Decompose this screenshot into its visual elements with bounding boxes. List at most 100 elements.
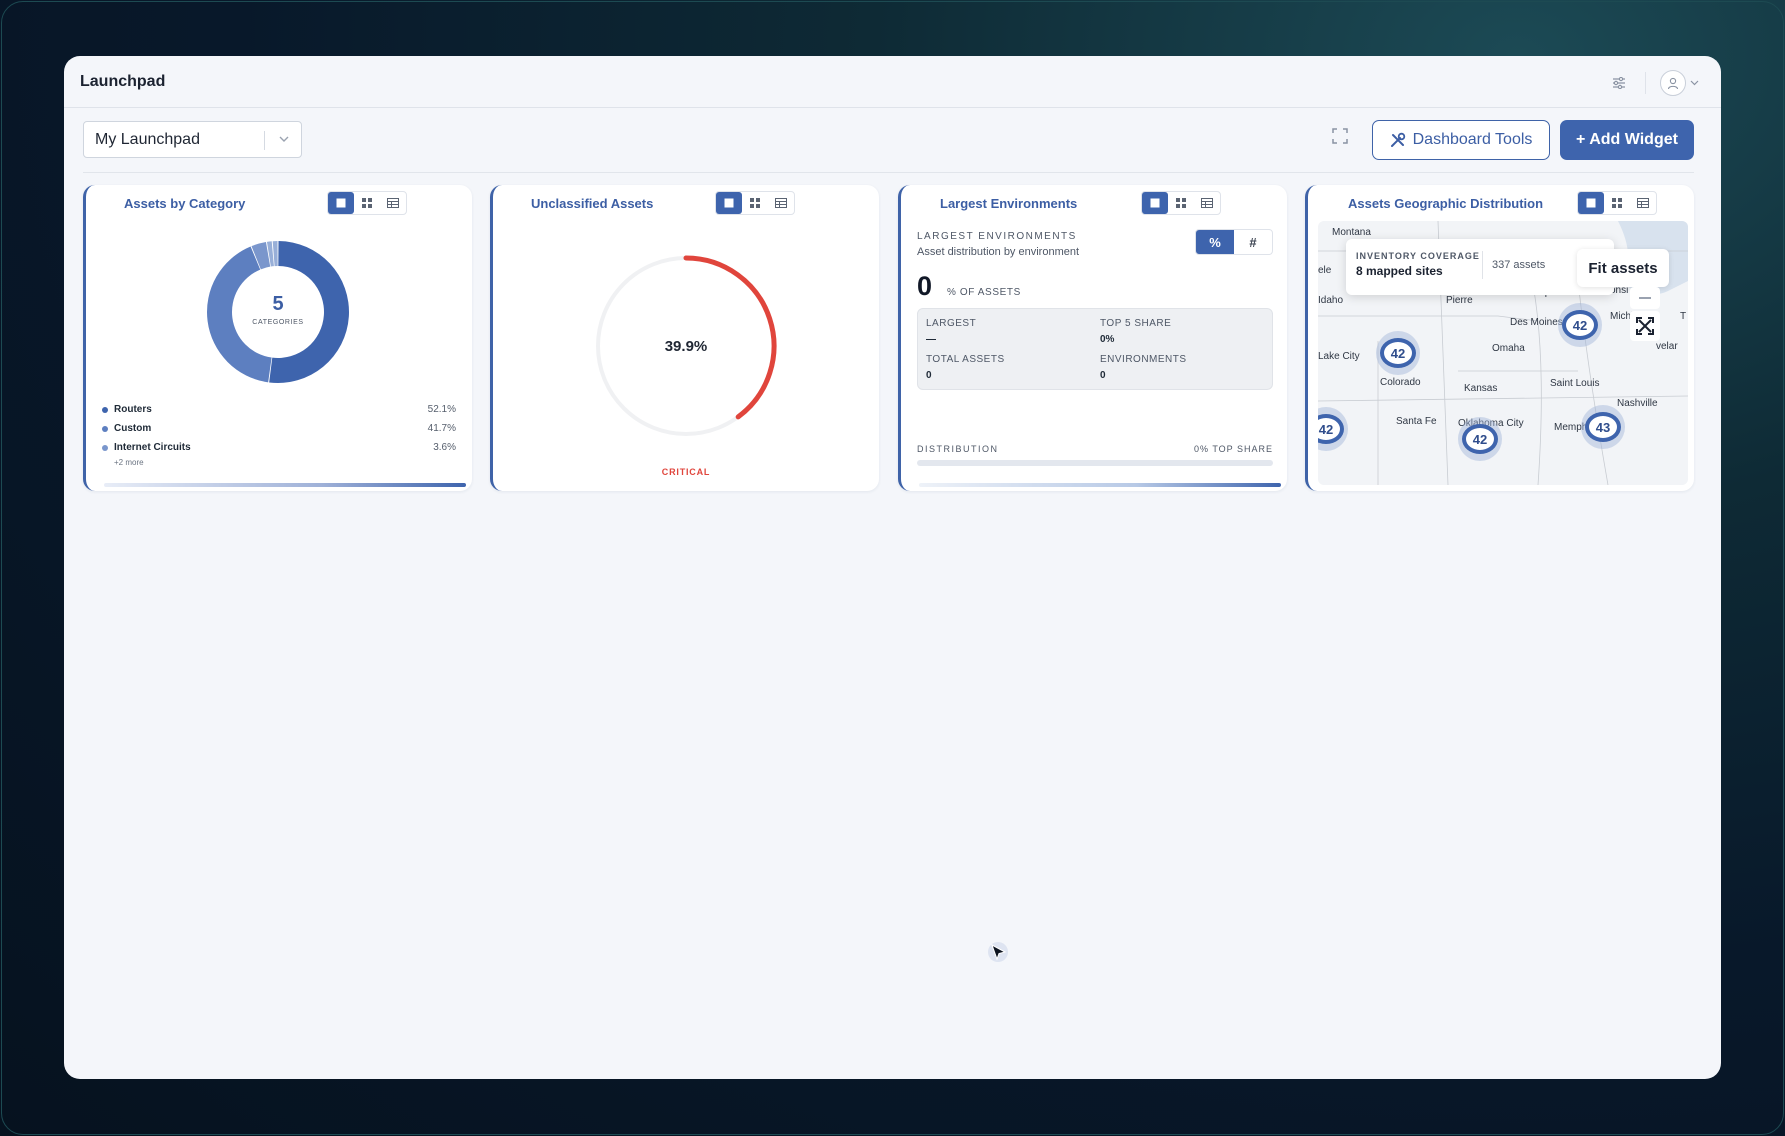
stat-label: TOTAL ASSETS — [926, 354, 1005, 365]
topbar-actions — [1607, 70, 1699, 96]
cluster-count: 43 — [1585, 412, 1621, 442]
city-label: Omaha — [1492, 343, 1525, 354]
app-window: Launchpad My Launchpad Dashboard Tools +… — [64, 56, 1721, 1079]
grid-view-icon[interactable] — [354, 192, 380, 214]
widget-unclassified-assets: Unclassified Assets 39.9% CRITICAL — [490, 185, 879, 491]
map-cluster-marker[interactable]: 42 — [1376, 331, 1420, 375]
card-accent-bar — [104, 483, 466, 487]
user-avatar-icon — [1660, 70, 1686, 96]
grid-view-icon[interactable] — [742, 192, 768, 214]
section-label: LARGEST ENVIRONMENTS — [917, 231, 1077, 242]
chevron-down-icon — [1690, 80, 1699, 86]
donut-center: 5 CATEGORIES — [205, 239, 351, 385]
city-label: ele — [1318, 265, 1332, 276]
big-value: 0 — [917, 271, 933, 301]
city-label: Des Moines — [1510, 317, 1563, 328]
map-cluster-marker[interactable]: 42 — [1558, 303, 1602, 347]
widget-geo-distribution: Assets Geographic Distribution Montana e… — [1305, 185, 1694, 491]
distribution-bar — [917, 460, 1273, 466]
cluster-count: 42 — [1462, 424, 1498, 454]
grid-view-icon[interactable] — [1604, 192, 1630, 214]
geo-map[interactable]: Montana ele Idaho Pierre Minneapolis sco… — [1318, 221, 1688, 485]
divider — [1645, 72, 1646, 94]
stat-value: 0 — [926, 370, 932, 381]
legend-dot — [102, 425, 108, 432]
distribution-label: DISTRIBUTION — [917, 444, 999, 454]
legend-pct: 41.7% — [427, 423, 456, 434]
dashboard-tools-button[interactable]: Dashboard Tools — [1372, 120, 1550, 160]
stat-value: 0% — [1100, 334, 1115, 345]
city-label: Lake City — [1318, 351, 1360, 362]
single-view-icon[interactable] — [328, 192, 354, 214]
view-toggle — [715, 191, 795, 215]
divider — [264, 131, 265, 150]
dashboard-select[interactable]: My Launchpad — [83, 121, 302, 158]
table-view-icon[interactable] — [380, 192, 406, 214]
single-view-icon[interactable] — [716, 192, 742, 214]
legend-dot — [102, 406, 108, 413]
widget-assets-by-category: Assets by Category 5 CATEGORIES Routers 5… — [83, 185, 472, 491]
add-widget-button[interactable]: + Add Widget — [1560, 120, 1694, 160]
add-widget-label: + Add Widget — [1576, 131, 1678, 148]
distribution-share: 0% TOP SHARE — [1193, 444, 1273, 454]
fit-assets-button[interactable]: Fit assets — [1577, 249, 1669, 287]
stat-value: — — [926, 334, 936, 345]
table-view-icon[interactable] — [1194, 192, 1220, 214]
cluster-count: 42 — [1562, 310, 1598, 340]
category-legend: Routers 52.1% Custom 41.7% Internet Circui… — [102, 400, 456, 467]
app-title: Launchpad — [80, 72, 166, 90]
view-toggle — [1141, 191, 1221, 215]
city-label: Colorado — [1380, 377, 1421, 388]
chevron-down-icon — [279, 136, 289, 142]
coverage-label: INVENTORY COVERAGE — [1356, 251, 1480, 261]
card-accent-bar — [919, 483, 1281, 487]
map-cluster-marker[interactable]: 43 — [1581, 405, 1625, 449]
count-toggle[interactable]: # — [1234, 230, 1272, 254]
gauge-value: 39.9% — [664, 338, 708, 355]
map-cluster-marker[interactable]: 42 — [1458, 417, 1502, 461]
city-label: Nashville — [1617, 398, 1658, 409]
table-view-icon[interactable] — [1630, 192, 1656, 214]
single-view-icon[interactable] — [1578, 192, 1604, 214]
categories-label: CATEGORIES — [252, 319, 304, 326]
city-label: Montana — [1332, 227, 1371, 238]
big-value-unit: % OF ASSETS — [947, 287, 1021, 298]
divider — [1482, 251, 1483, 279]
mouse-cursor-icon — [988, 942, 1010, 969]
categories-count: 5 — [272, 293, 284, 315]
dashboard-tools-label: Dashboard Tools — [1412, 131, 1533, 148]
expand-map-icon[interactable] — [1630, 311, 1660, 341]
more-link[interactable]: +2 more — [114, 458, 456, 467]
widget-largest-environments: Largest Environments LARGEST ENVIRONMENT… — [898, 185, 1287, 491]
legend-item: Routers 52.1% — [102, 400, 456, 419]
widget-title: Assets Geographic Distribution — [1348, 196, 1544, 211]
sliders-icon[interactable] — [1607, 71, 1631, 95]
tools-icon — [1390, 132, 1405, 147]
city-label: Santa Fe — [1396, 416, 1437, 427]
grid-view-icon[interactable] — [1168, 192, 1194, 214]
assets-count: 337 assets — [1492, 259, 1546, 271]
status-badge: CRITICAL — [661, 467, 711, 477]
unit-toggle: % # — [1195, 229, 1273, 255]
zoom-out-icon[interactable] — [1630, 287, 1660, 309]
legend-label: Internet Circuits — [114, 442, 191, 453]
legend-dot — [102, 444, 108, 451]
single-view-icon[interactable] — [1142, 192, 1168, 214]
city-label: Idaho — [1318, 295, 1344, 306]
city-label: Kansas — [1464, 383, 1498, 394]
widget-title: Unclassified Assets — [531, 196, 654, 211]
user-menu[interactable] — [1660, 70, 1699, 96]
inventory-coverage-popup: INVENTORY COVERAGE 8 mapped sites 337 as… — [1346, 239, 1614, 295]
stat-label: TOP 5 SHARE — [1100, 318, 1172, 329]
view-toggle — [1577, 191, 1657, 215]
percent-toggle[interactable]: % — [1196, 230, 1234, 254]
legend-pct: 3.6% — [433, 442, 456, 453]
stat-label: ENVIRONMENTS — [1100, 354, 1187, 365]
fullscreen-icon[interactable] — [1332, 128, 1348, 149]
widget-title: Assets by Category — [124, 196, 246, 211]
table-view-icon[interactable] — [768, 192, 794, 214]
cluster-count: 42 — [1318, 414, 1344, 444]
legend-pct: 52.1% — [427, 404, 456, 415]
city-label: velar — [1656, 341, 1678, 352]
cluster-count: 42 — [1380, 338, 1416, 368]
